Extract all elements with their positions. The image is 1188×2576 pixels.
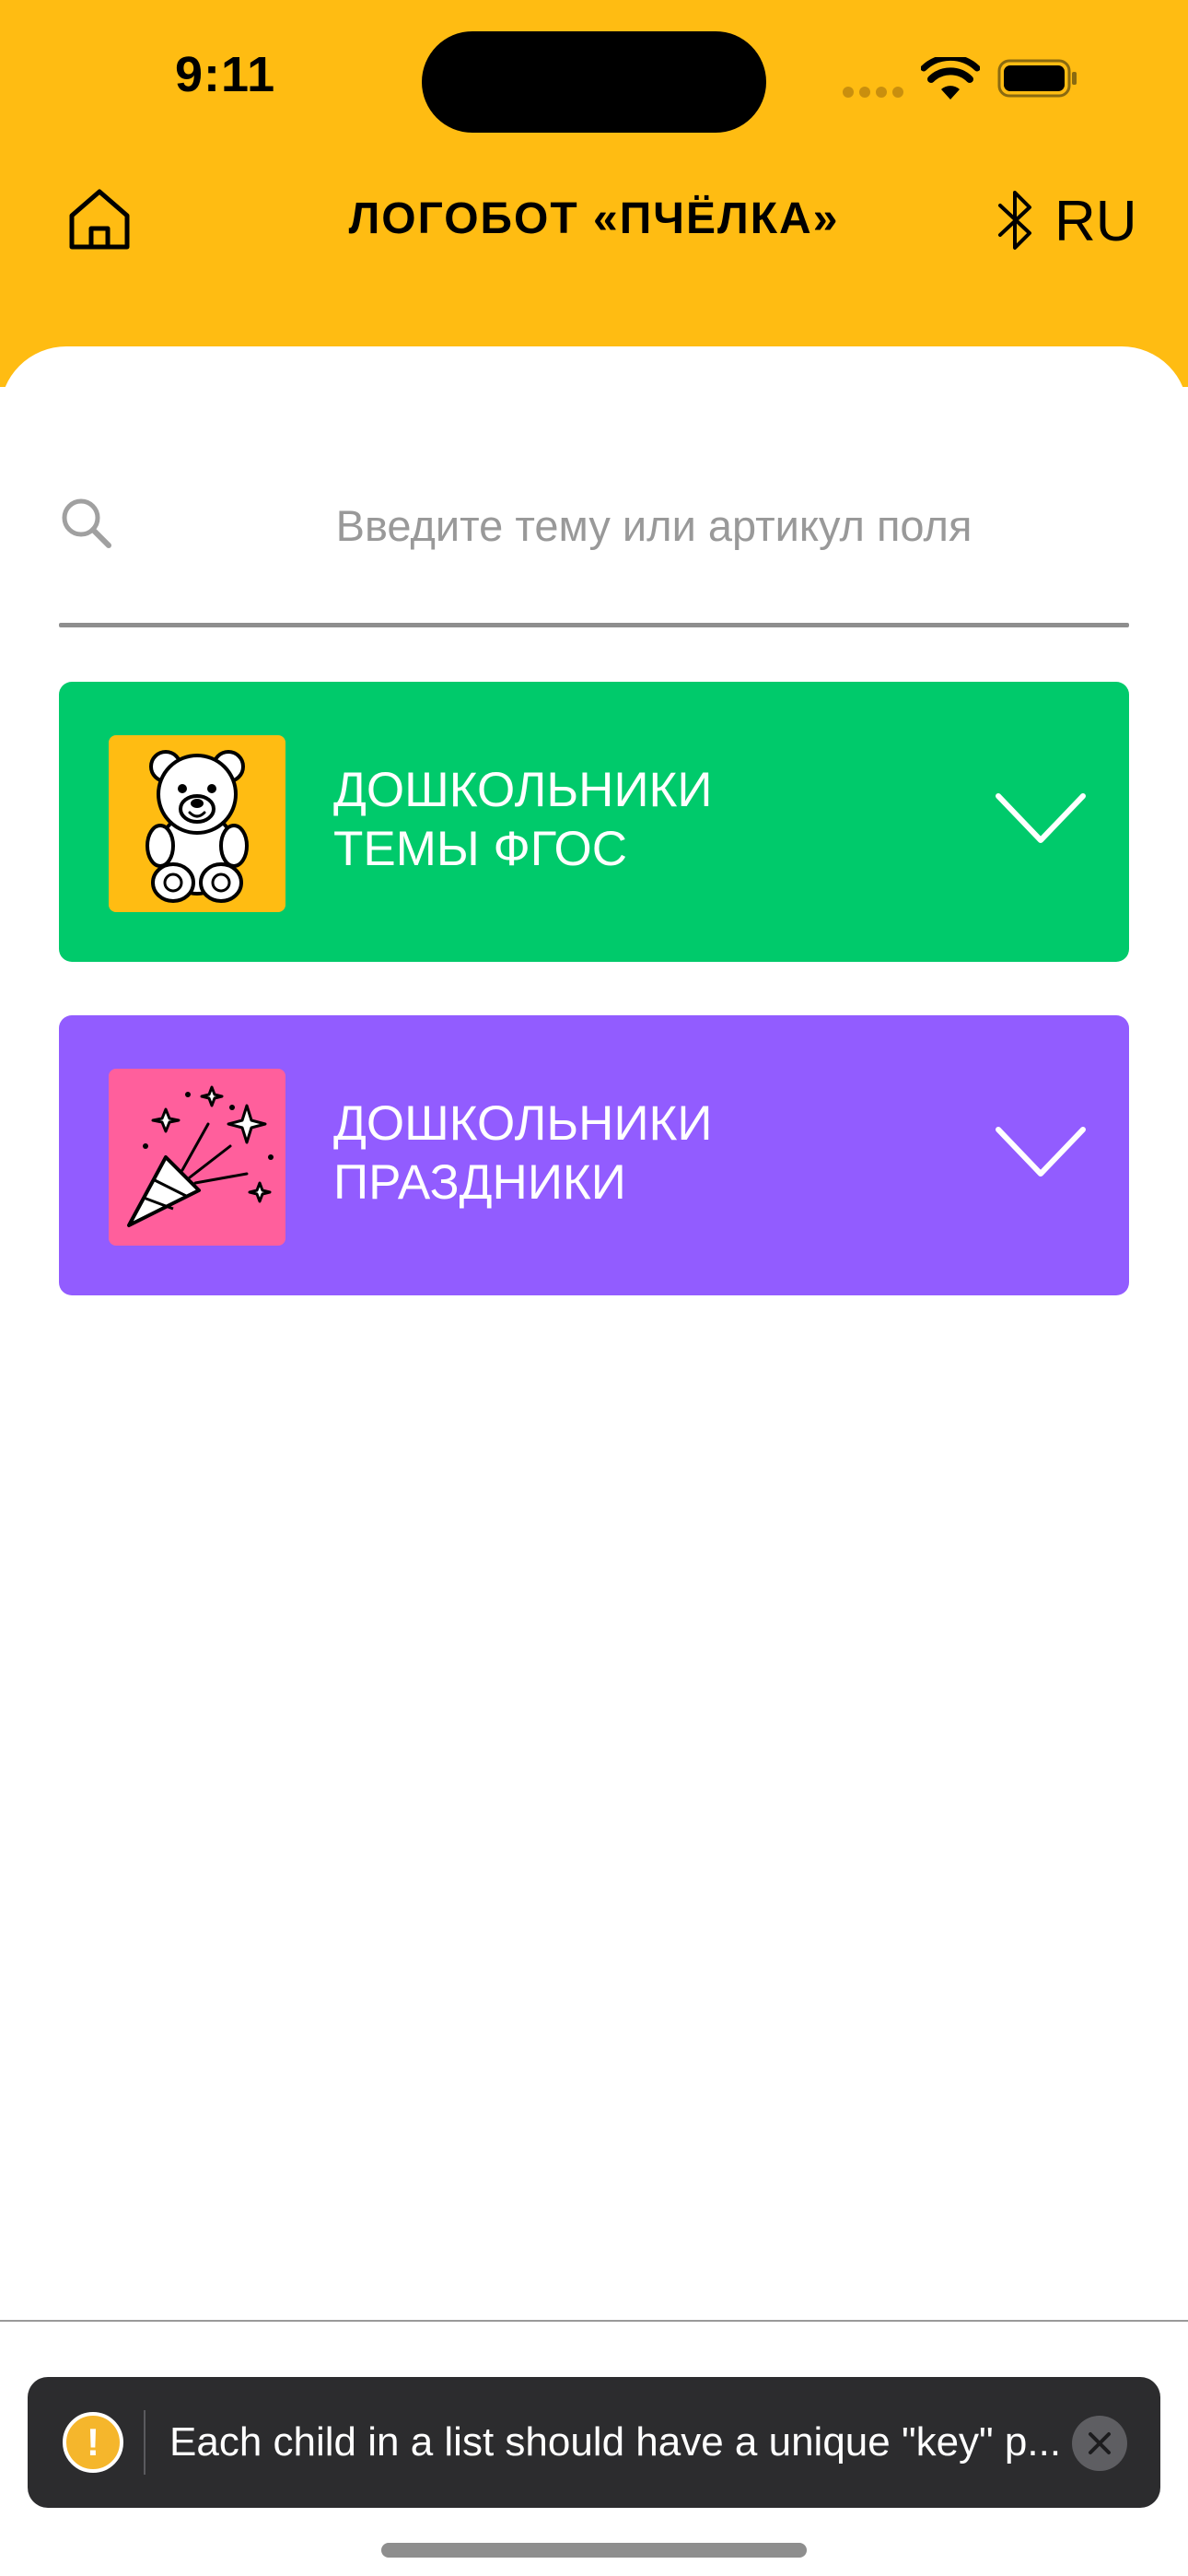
cellular-signal-icon [843, 87, 903, 98]
category-card-fgos-themes[interactable]: ДОШКОЛЬНИКИ ТЕМЫ ФГОС [59, 682, 1129, 962]
category-title-line2: ТЕМЫ ФГОС [333, 822, 628, 876]
category-title-line1: ДОШКОЛЬНИКИ [333, 1096, 713, 1151]
close-toast-button[interactable] [1072, 2416, 1127, 2471]
wifi-icon [921, 57, 980, 100]
header-bar: 9:11 ЛОГОБОТ «ПЧЁЛКА» RU [0, 0, 1188, 387]
app-title: ЛОГОБОТ «ПЧЁЛКА» [348, 194, 840, 243]
category-thumbnail [109, 1069, 285, 1246]
warning-toast[interactable]: ! Each child in a list should have a uni… [28, 2377, 1160, 2508]
category-title: ДОШКОЛЬНИКИ ТЕМЫ ФГОС [333, 761, 713, 879]
home-indicator[interactable] [381, 2543, 807, 2558]
search-icon [62, 498, 111, 548]
dynamic-island [422, 31, 766, 133]
home-icon[interactable] [64, 184, 134, 254]
app-screen: 9:11 ЛОГОБОТ «ПЧЁЛКА» RU Введите тему ил… [0, 0, 1188, 2576]
close-icon [1089, 2432, 1111, 2454]
chevron-down-icon[interactable] [995, 1124, 1087, 1181]
search-underline [59, 623, 1129, 627]
party-popper-icon [127, 1085, 274, 1227]
toast-separator [144, 2410, 146, 2475]
toast-message: Each child in a list should have a uniqu… [169, 2419, 1062, 2465]
category-title-line1: ДОШКОЛЬНИКИ [333, 763, 713, 817]
category-title-line2: ПРАЗДНИКИ [333, 1155, 626, 1210]
search-input[interactable] [184, 488, 1124, 562]
category-thumbnail [109, 735, 285, 912]
language-switch[interactable]: RU [1054, 189, 1137, 254]
category-card-holidays[interactable]: ДОШКОЛЬНИКИ ПРАЗДНИКИ [59, 1015, 1129, 1295]
category-title: ДОШКОЛЬНИКИ ПРАЗДНИКИ [333, 1095, 713, 1212]
bottom-divider [0, 2320, 1188, 2322]
status-time: 9:11 [175, 47, 276, 102]
warning-icon: ! [63, 2412, 123, 2473]
content-sheet [0, 346, 1188, 2576]
chevron-down-icon[interactable] [995, 790, 1087, 848]
bluetooth-icon[interactable] [996, 187, 1035, 253]
battery-icon [997, 59, 1077, 98]
teddy-bear-icon [146, 750, 249, 903]
